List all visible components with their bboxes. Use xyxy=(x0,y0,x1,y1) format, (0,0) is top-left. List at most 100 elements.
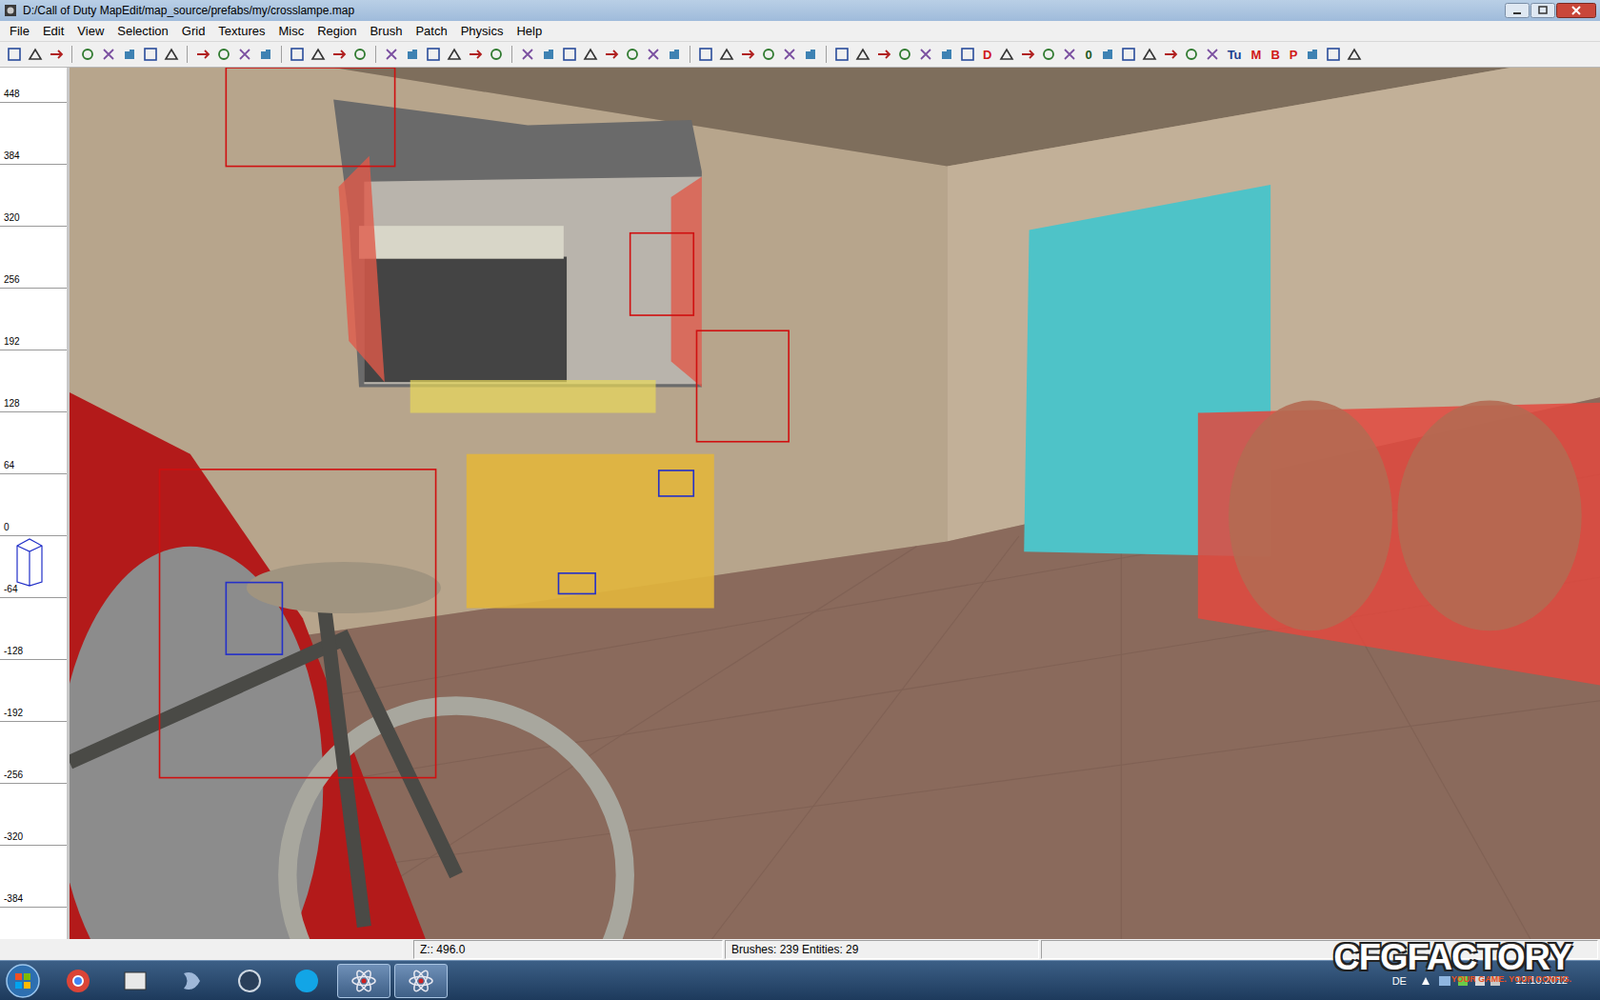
taskbar-app[interactable] xyxy=(222,963,277,999)
tool-icon[interactable] xyxy=(1345,45,1363,63)
tool-icon[interactable] xyxy=(120,45,139,63)
tool-icon[interactable] xyxy=(351,45,369,63)
tool-icon[interactable] xyxy=(382,45,400,63)
status-field xyxy=(1,940,412,960)
start-orb-icon[interactable] xyxy=(3,961,42,1000)
close-icon[interactable] xyxy=(1556,2,1597,19)
scene-render xyxy=(69,67,1600,940)
tool-icon[interactable] xyxy=(896,45,914,63)
tool-icon[interactable] xyxy=(309,45,327,63)
tick-label: 192 xyxy=(3,336,20,347)
tool-icon[interactable] xyxy=(1140,45,1159,63)
tool-icon[interactable] xyxy=(697,45,715,63)
tool-icon[interactable] xyxy=(445,45,463,63)
toolbar-button[interactable]: B xyxy=(1267,47,1282,62)
tool-icon[interactable] xyxy=(47,45,65,63)
tool-icon[interactable] xyxy=(215,45,233,63)
tool-icon[interactable] xyxy=(875,45,893,63)
tool-icon[interactable] xyxy=(801,45,820,63)
tool-icon[interactable] xyxy=(1060,45,1079,63)
tool-icon[interactable] xyxy=(833,45,851,63)
tool-icon[interactable] xyxy=(236,45,254,63)
tool-icon[interactable] xyxy=(602,45,620,63)
tool-icon[interactable] xyxy=(26,45,44,63)
tool-icon[interactable] xyxy=(5,45,23,63)
tool-icon[interactable] xyxy=(1120,45,1138,63)
menu-item[interactable]: Region xyxy=(311,22,362,40)
tool-icon[interactable] xyxy=(466,45,484,63)
menu-item[interactable]: View xyxy=(71,22,110,40)
tool-icon[interactable] xyxy=(1099,45,1117,63)
toolbar-button[interactable]: P xyxy=(1286,47,1301,62)
camera-viewport[interactable] xyxy=(69,67,1600,940)
title-bar[interactable]: D:/Call of Duty MapEdit/map_source/prefa… xyxy=(0,0,1600,21)
tool-icon[interactable] xyxy=(739,45,757,63)
taskbar-app[interactable] xyxy=(51,963,105,999)
tool-icon[interactable] xyxy=(162,45,180,63)
menu-item[interactable]: Misc xyxy=(273,22,311,40)
tool-icon[interactable] xyxy=(718,45,736,63)
language-indicator[interactable]: DE xyxy=(1392,975,1407,987)
tool-icon[interactable] xyxy=(854,45,872,63)
tick-label: -320 xyxy=(3,831,23,842)
radiant-icon xyxy=(3,3,18,18)
tool-icon[interactable] xyxy=(141,45,160,63)
tool-icon[interactable] xyxy=(100,45,118,63)
menu-item[interactable]: Help xyxy=(510,22,548,40)
taskbar-app[interactable] xyxy=(394,963,448,999)
taskbar-app[interactable] xyxy=(165,963,220,999)
clock-date[interactable]: 12.10.2012 xyxy=(1515,974,1568,989)
toolbar-button[interactable]: 0 xyxy=(1081,47,1095,62)
maximize-icon[interactable] xyxy=(1530,2,1556,19)
tool-icon[interactable] xyxy=(1161,45,1180,63)
minimize-icon[interactable] xyxy=(1504,2,1530,19)
toolbar-separator xyxy=(375,45,377,63)
menu-item[interactable]: Edit xyxy=(37,22,70,40)
tool-icon[interactable] xyxy=(998,45,1016,63)
tool-icon[interactable] xyxy=(79,45,97,63)
tick-label: 128 xyxy=(3,398,20,409)
tool-icon[interactable] xyxy=(194,45,212,63)
tool-icon[interactable] xyxy=(560,45,579,63)
tool-icon[interactable] xyxy=(1040,45,1058,63)
menu-item[interactable]: Grid xyxy=(176,22,212,40)
tool-icon[interactable] xyxy=(487,45,505,63)
tool-icon[interactable] xyxy=(917,45,935,63)
menu-item[interactable]: Textures xyxy=(212,22,271,40)
tool-icon[interactable] xyxy=(424,45,442,63)
tool-icon[interactable] xyxy=(1324,45,1342,63)
tool-icon[interactable] xyxy=(1182,45,1200,63)
toolbar-button[interactable]: D xyxy=(980,47,995,62)
tool-icon[interactable] xyxy=(288,45,306,63)
taskbar-app[interactable] xyxy=(337,963,391,999)
tool-icon[interactable] xyxy=(519,45,537,63)
tool-icon[interactable] xyxy=(644,45,662,63)
z-ruler[interactable]: 448384320256192128640-64-128-192-256-320… xyxy=(0,67,70,940)
tool-icon[interactable] xyxy=(403,45,421,63)
taskbar-app[interactable] xyxy=(108,963,162,999)
tool-icon[interactable] xyxy=(1019,45,1037,63)
menu-item[interactable]: Selection xyxy=(111,22,174,40)
tool-icon[interactable] xyxy=(257,45,275,63)
taskbar-app[interactable] xyxy=(280,963,334,999)
tool-icon[interactable] xyxy=(581,45,600,63)
toolbar-separator xyxy=(71,45,73,63)
tool-icon[interactable] xyxy=(665,45,683,63)
tool-icon[interactable] xyxy=(623,45,641,63)
tool-icon[interactable] xyxy=(760,45,778,63)
menu-item[interactable]: Physics xyxy=(455,22,510,40)
toolbar-button[interactable]: M xyxy=(1248,47,1265,62)
tool-icon[interactable] xyxy=(1203,45,1221,63)
tool-icon[interactable] xyxy=(540,45,558,63)
menu-item[interactable]: File xyxy=(3,22,36,40)
ruler-tick: -384 xyxy=(0,906,67,940)
menu-item[interactable]: Brush xyxy=(363,22,408,40)
tool-icon[interactable] xyxy=(938,45,956,63)
menu-item[interactable]: Patch xyxy=(409,22,453,40)
tool-icon[interactable] xyxy=(780,45,799,63)
tool-icon[interactable] xyxy=(1303,45,1321,63)
tool-icon[interactable] xyxy=(330,45,348,63)
tool-icon[interactable] xyxy=(959,45,977,63)
toolbar-button[interactable]: Tu xyxy=(1224,47,1245,62)
tray-icons-icon[interactable] xyxy=(1418,973,1504,989)
